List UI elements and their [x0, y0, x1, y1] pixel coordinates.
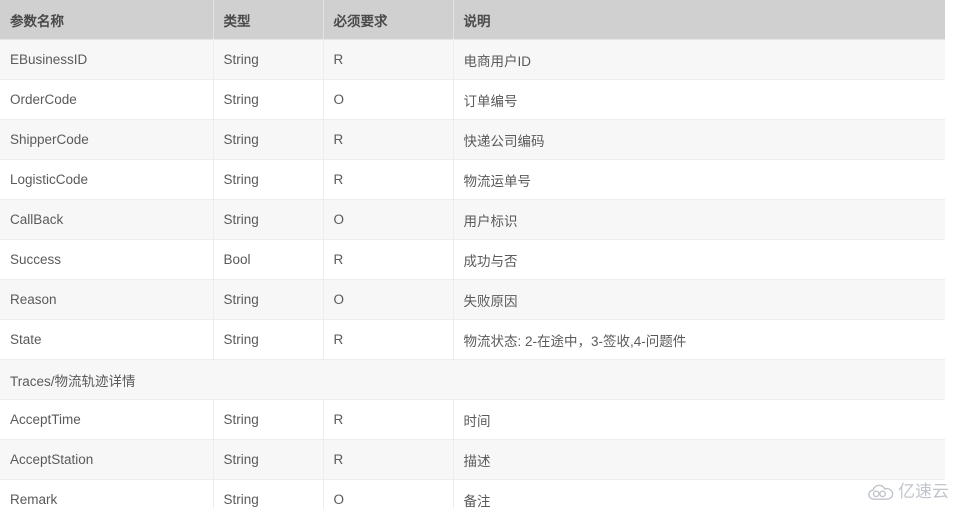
cell-description: 用户标识: [453, 199, 945, 240]
cell-required: O: [323, 279, 454, 320]
cell-parameter-name: OrderCode: [0, 79, 214, 120]
cell-required: R: [323, 319, 454, 360]
cell-type: String: [213, 199, 324, 240]
cell-description: 失败原因: [453, 279, 945, 320]
cell-description: 备注: [453, 479, 945, 509]
table-row: AcceptTime String R 时间: [0, 399, 945, 440]
cell-parameter-name: State: [0, 319, 214, 360]
cell-parameter-name: Success: [0, 239, 214, 280]
cell-description: 描述: [453, 439, 945, 480]
cell-type: String: [213, 319, 324, 360]
table-body: EBusinessID String R 电商用户ID OrderCode St…: [0, 39, 945, 509]
column-header-name: 参数名称: [0, 0, 214, 40]
cell-section-label: Traces/物流轨迹详情: [0, 359, 945, 400]
table-row: Success Bool R 成功与否: [0, 239, 945, 280]
cell-type: String: [213, 79, 324, 120]
cell-parameter-name: LogisticCode: [0, 159, 214, 200]
parameter-table: 参数名称 类型 必须要求 说明 EBusinessID String R 电商用…: [0, 0, 945, 509]
cell-type: String: [213, 159, 324, 200]
cell-type: String: [213, 39, 324, 80]
table-row: LogisticCode String R 物流运单号: [0, 159, 945, 200]
table-row: Remark String O 备注: [0, 479, 945, 509]
column-header-description: 说明: [453, 0, 945, 40]
cell-parameter-name: AcceptStation: [0, 439, 214, 480]
cell-type: String: [213, 119, 324, 160]
cell-type: String: [213, 479, 324, 509]
table-row: AcceptStation String R 描述: [0, 439, 945, 480]
table-row: EBusinessID String R 电商用户ID: [0, 39, 945, 80]
table-header-row: 参数名称 类型 必须要求 说明: [0, 0, 945, 40]
table-row: OrderCode String O 订单编号: [0, 79, 945, 120]
column-header-required: 必须要求: [323, 0, 454, 40]
cell-description: 电商用户ID: [453, 39, 945, 80]
cell-parameter-name: Reason: [0, 279, 214, 320]
cell-type: Bool: [213, 239, 324, 280]
table-row: CallBack String O 用户标识: [0, 199, 945, 240]
cell-required: R: [323, 439, 454, 480]
cell-required: R: [323, 159, 454, 200]
parameter-table-container: 参数名称 类型 必须要求 说明 EBusinessID String R 电商用…: [0, 0, 945, 509]
table-row: State String R 物流状态: 2-在途中，3-签收,4-问题件: [0, 319, 945, 360]
cell-type: String: [213, 279, 324, 320]
cell-description: 订单编号: [453, 79, 945, 120]
cell-type: String: [213, 439, 324, 480]
cell-description: 快递公司编码: [453, 119, 945, 160]
cell-description: 物流状态: 2-在途中，3-签收,4-问题件: [453, 319, 945, 360]
cell-required: R: [323, 119, 454, 160]
table-section-row: Traces/物流轨迹详情: [0, 359, 945, 400]
cell-required: R: [323, 239, 454, 280]
cell-required: R: [323, 39, 454, 80]
cell-required: R: [323, 399, 454, 440]
cell-parameter-name: EBusinessID: [0, 39, 214, 80]
cell-parameter-name: AcceptTime: [0, 399, 214, 440]
table-row: Reason String O 失败原因: [0, 279, 945, 320]
column-header-type: 类型: [213, 0, 324, 40]
cell-description: 成功与否: [453, 239, 945, 280]
cell-required: O: [323, 79, 454, 120]
cell-required: O: [323, 199, 454, 240]
cell-parameter-name: Remark: [0, 479, 214, 509]
table-header: 参数名称 类型 必须要求 说明: [0, 0, 945, 40]
cell-parameter-name: CallBack: [0, 199, 214, 240]
cell-type: String: [213, 399, 324, 440]
cell-required: O: [323, 479, 454, 509]
cell-description: 时间: [453, 399, 945, 440]
table-row: ShipperCode String R 快递公司编码: [0, 119, 945, 160]
page-root: 参数名称 类型 必须要求 说明 EBusinessID String R 电商用…: [0, 0, 963, 509]
cell-description: 物流运单号: [453, 159, 945, 200]
cell-parameter-name: ShipperCode: [0, 119, 214, 160]
